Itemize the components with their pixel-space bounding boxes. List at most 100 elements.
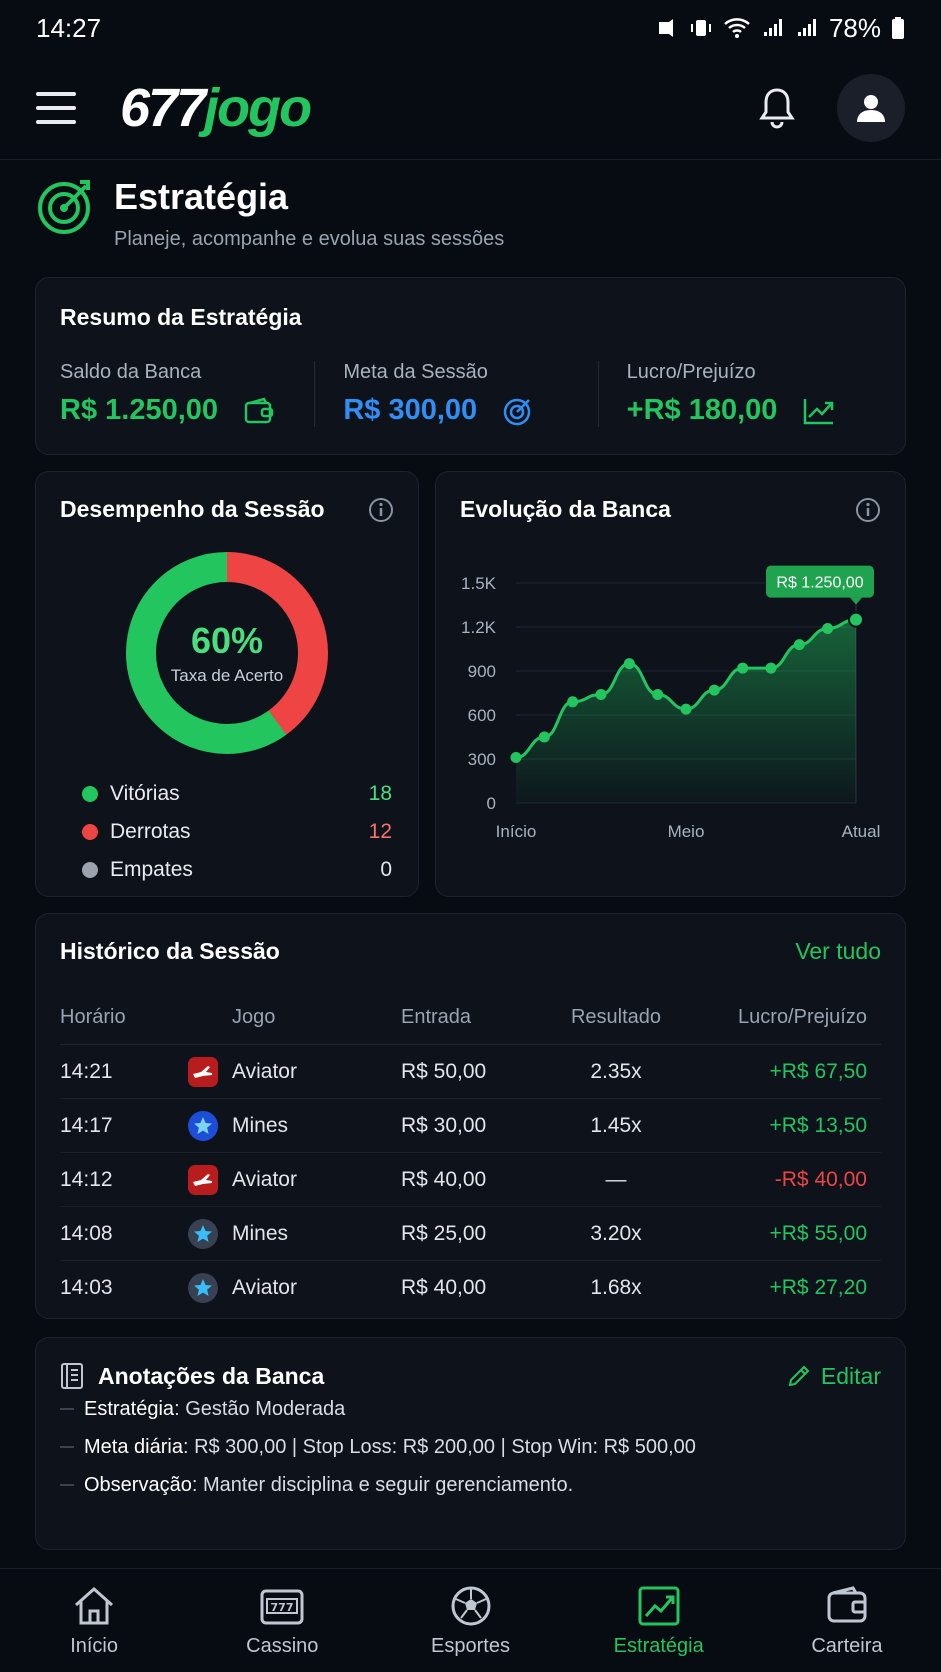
row-game: Aviator	[232, 1167, 297, 1191]
y-tick-label: 600	[468, 706, 496, 725]
note-text: Manter disciplina e seguir gerenciamento…	[202, 1473, 574, 1496]
nav-label: Esportes	[431, 1635, 510, 1657]
history-title: Histórico da Sessão	[60, 938, 280, 964]
app-header: 677 jogo	[0, 56, 941, 160]
bell-icon[interactable]	[757, 86, 797, 130]
nav-label: Cassino	[246, 1635, 319, 1657]
page-header: Estratégia Planeje, acompanhe e evolua s…	[36, 176, 504, 251]
data-point	[623, 658, 635, 670]
y-tick-label: 1.2K	[461, 618, 497, 637]
x-tick-label: Atual	[842, 822, 881, 841]
table-row[interactable]: 14:08 Mines R$ 25,00 3.20x +R$ 55,00	[60, 1207, 881, 1261]
legend-value: 0	[380, 858, 392, 881]
summary-title: Resumo da Estratégia	[60, 304, 302, 330]
nav-item-cassino[interactable]: 777 Cassino	[188, 1569, 376, 1672]
data-point	[822, 622, 834, 634]
pencil-icon	[788, 1365, 810, 1387]
aviator-icon	[188, 1056, 218, 1087]
row-result: —	[605, 1167, 627, 1191]
status-bar: 14:27 78%	[0, 0, 941, 56]
y-tick-label: 1.5K	[461, 574, 497, 593]
session-history-card: Histórico da Sessão Ver tudo Horário Jog…	[35, 913, 906, 1319]
nav-label: Estratégia	[613, 1635, 704, 1657]
note-line: Observação: Manter disciplina e seguir g…	[60, 1466, 881, 1504]
history-table: Horário Jogo Entrada Resultado Lucro/Pre…	[60, 991, 881, 1315]
logo[interactable]: 677 jogo	[120, 77, 312, 139]
win-rate-label: Taxa de Acerto	[170, 666, 284, 685]
soccer-ball-icon	[451, 1586, 490, 1626]
target-icon	[503, 398, 531, 425]
data-point	[708, 684, 720, 696]
legend-label: Vitórias	[110, 782, 180, 805]
table-row[interactable]: 14:03 Aviator R$ 40,00 1.68x +R$ 27,20	[60, 1261, 881, 1315]
tooltip-label: R$ 1.250,00	[776, 575, 863, 592]
legend-losses: Derrotas 12	[82, 813, 392, 851]
row-time: 14:12	[60, 1167, 113, 1191]
row-game: Aviator	[232, 1276, 297, 1299]
column-header: Lucro/Prejuízo	[738, 1006, 867, 1028]
page-subtitle: Planeje, acompanhe e evolua suas sessões	[114, 228, 505, 250]
nav-item-inicio[interactable]: Início	[0, 1569, 188, 1672]
strategy-chart-icon	[638, 1586, 680, 1626]
row-profit-loss: +R$ 13,50	[769, 1113, 868, 1137]
note-key: Meta diária	[84, 1435, 183, 1458]
profile-button[interactable]	[837, 73, 905, 142]
nav-label: Início	[70, 1635, 118, 1657]
row-entry: R$ 25,00	[401, 1221, 487, 1245]
mines-star-icon	[188, 1218, 218, 1249]
note-text: R$ 300,00 | Stop Loss: R$ 200,00 | Stop …	[194, 1435, 696, 1458]
status-icons: 78%	[655, 13, 905, 44]
nav-item-esportes[interactable]: Esportes	[376, 1569, 564, 1672]
view-all-link[interactable]: Ver tudo	[795, 938, 881, 965]
legend-value: 12	[368, 820, 392, 843]
row-profit-loss: +R$ 55,00	[769, 1221, 868, 1245]
column-header: Jogo	[232, 1006, 276, 1028]
signal-icon	[763, 19, 782, 36]
y-tick-label: 300	[468, 750, 496, 769]
summary-bank-balance: Saldo da Banca R$ 1.250,00	[60, 361, 314, 427]
data-point	[595, 688, 607, 700]
nav-item-estrategia[interactable]: Estratégia	[565, 1569, 753, 1672]
row-entry: R$ 40,00	[401, 1167, 487, 1191]
signal-icon-2	[797, 19, 816, 36]
info-icon[interactable]	[855, 497, 881, 523]
column-header: Horário	[60, 1006, 126, 1028]
note-line: Estratégia: Gestão Moderada	[60, 1390, 881, 1428]
table-row[interactable]: 14:17 Mines R$ 30,00 1.45x +R$ 13,50	[60, 1099, 881, 1153]
note-text: Gestão Moderada	[185, 1397, 346, 1420]
row-entry: R$ 30,00	[401, 1113, 487, 1137]
legend-draws: Empates 0	[82, 851, 392, 889]
summary-session-goal: Meta da Sessão R$ 300,00	[314, 361, 597, 427]
table-row[interactable]: 14:12 Aviator R$ 40,00 — -R$ 40,00	[60, 1153, 881, 1207]
performance-title: Desempenho da Sessão	[60, 496, 325, 522]
data-point	[510, 752, 522, 764]
row-game: Aviator	[232, 1059, 297, 1083]
edit-notes-button[interactable]: Editar	[787, 1363, 881, 1390]
data-point	[765, 662, 777, 674]
vibrate-icon	[690, 20, 711, 36]
slot-machine-icon: 777	[260, 1589, 304, 1625]
table-row[interactable]: 14:21 Aviator R$ 50,00 2.35x +R$ 67,50	[60, 1045, 881, 1099]
y-tick-label: 0	[487, 794, 496, 813]
row-result: 1.45x	[590, 1113, 642, 1137]
logo-word: jogo	[204, 77, 312, 138]
page-title: Estratégia	[114, 176, 289, 217]
row-game: Mines	[232, 1113, 289, 1137]
nav-item-carteira[interactable]: Carteira	[753, 1569, 941, 1672]
legend-value: 18	[368, 782, 392, 805]
value-tooltip: R$ 1.250,00	[766, 565, 874, 605]
y-tick-label: 900	[468, 662, 496, 681]
bottom-navigation: Início 777 Cassino Esportes Estratégia C…	[0, 1568, 941, 1672]
summary-label: Saldo da Banca	[60, 361, 202, 383]
row-profit-loss: -R$ 40,00	[774, 1167, 867, 1191]
row-time: 14:03	[60, 1276, 113, 1299]
row-result: 1.68x	[590, 1276, 642, 1299]
row-profit-loss: +R$ 27,20	[769, 1276, 868, 1299]
legend-wins: Vitórias 18	[82, 775, 392, 813]
strategy-summary-card: Resumo da Estratégia Saldo da Banca R$ 1…	[35, 277, 906, 455]
menu-button[interactable]	[36, 91, 76, 124]
info-icon[interactable]	[368, 497, 394, 523]
nfc-icon	[658, 19, 673, 37]
summary-value: R$ 1.250,00	[60, 394, 219, 426]
note-key: Estratégia	[84, 1397, 175, 1420]
